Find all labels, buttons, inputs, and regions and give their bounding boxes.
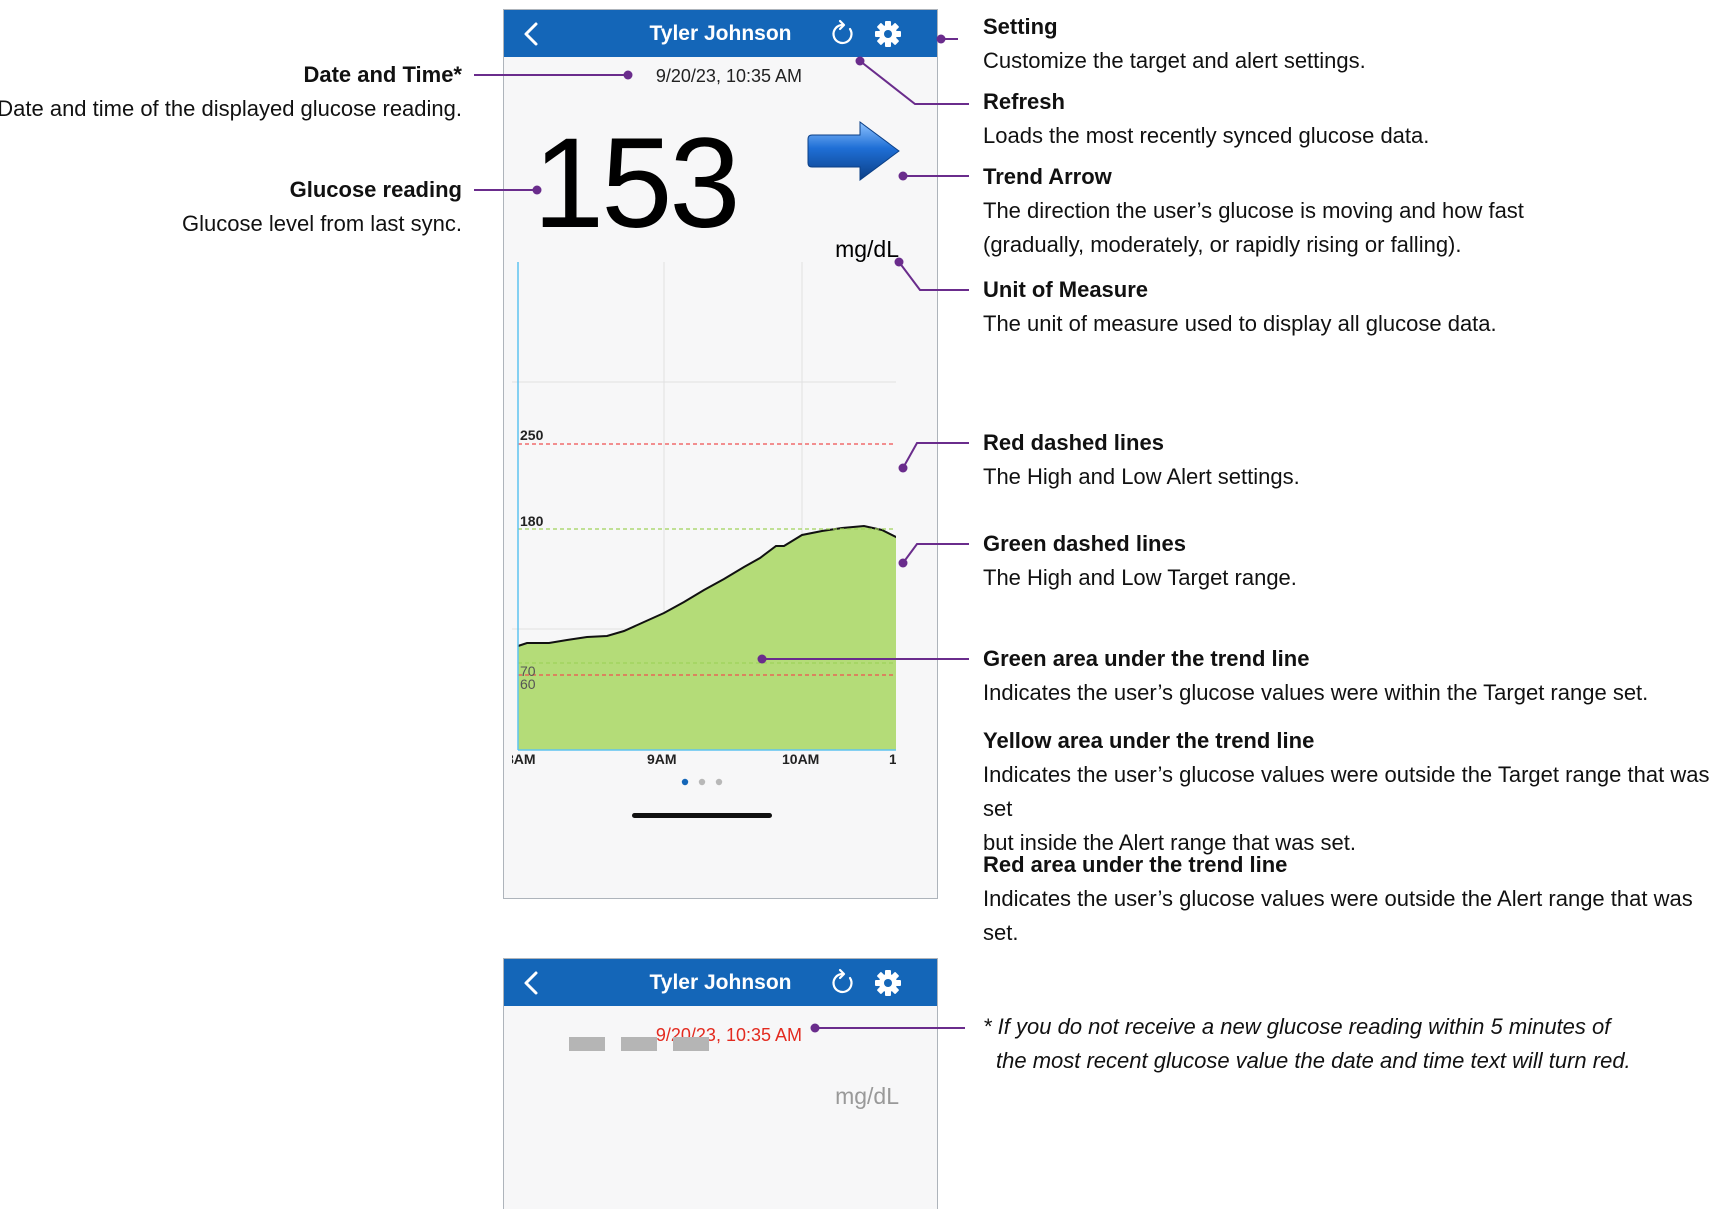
footnote-line: the most recent glucose value the date a… [996, 1048, 1631, 1073]
callout-title: Glucose reading [289, 177, 462, 202]
callout-title: Yellow area under the trend line [983, 728, 1315, 753]
footnote-line: * If you do not receive a new glucose re… [983, 1014, 1611, 1039]
callout-red-dashed-lines: Red dashed lines The High and Low Alert … [983, 426, 1300, 494]
callout-desc: The High and Low Alert settings. [983, 464, 1300, 489]
callout-desc: Indicates the user’s glucose values were… [983, 762, 1710, 821]
callout-desc: Customize the target and alert settings. [983, 48, 1366, 73]
callout-green-dashed-lines: Green dashed lines The High and Low Targ… [983, 527, 1297, 595]
callout-desc: Glucose level from last sync. [182, 211, 462, 236]
callout-desc: The direction the user’s glucose is movi… [983, 198, 1524, 223]
footnote-red-timestamp: * If you do not receive a new glucose re… [983, 1010, 1631, 1078]
callout-date-time: Date and Time* Date and time of the disp… [0, 58, 462, 126]
callout-title: Date and Time* [303, 62, 462, 87]
callout-trend-arrow: Trend Arrow The direction the user’s glu… [983, 160, 1524, 262]
callout-title: Green dashed lines [983, 531, 1186, 556]
callout-title: Green area under the trend line [983, 646, 1310, 671]
callout-desc: Loads the most recently synced glucose d… [983, 123, 1430, 148]
callout-green-area: Green area under the trend line Indicate… [983, 642, 1648, 710]
callout-title: Refresh [983, 89, 1065, 114]
callout-unit-of-measure: Unit of Measure The unit of measure used… [983, 273, 1497, 341]
callout-title: Unit of Measure [983, 277, 1149, 302]
callout-refresh: Refresh Loads the most recently synced g… [983, 85, 1429, 153]
callout-title: Red dashed lines [983, 430, 1164, 455]
callout-desc: Indicates the user’s glucose values were… [983, 886, 1693, 945]
callout-title: Trend Arrow [983, 164, 1112, 189]
callout-title: Setting [983, 14, 1058, 39]
callout-glucose-reading: Glucose reading Glucose level from last … [0, 173, 462, 241]
callout-setting: Setting Customize the target and alert s… [983, 10, 1366, 78]
callout-desc: The unit of measure used to display all … [983, 311, 1497, 336]
callout-yellow-area: Yellow area under the trend line Indicat… [983, 724, 1719, 860]
callout-red-area: Red area under the trend line Indicates … [983, 848, 1719, 950]
callout-desc: The High and Low Target range. [983, 565, 1297, 590]
callout-desc: Indicates the user’s glucose values were… [983, 680, 1649, 705]
callout-desc: (gradually, moderately, or rapidly risin… [983, 232, 1462, 257]
callout-title: Red area under the trend line [983, 852, 1288, 877]
callout-desc: Date and time of the displayed glucose r… [0, 96, 462, 121]
